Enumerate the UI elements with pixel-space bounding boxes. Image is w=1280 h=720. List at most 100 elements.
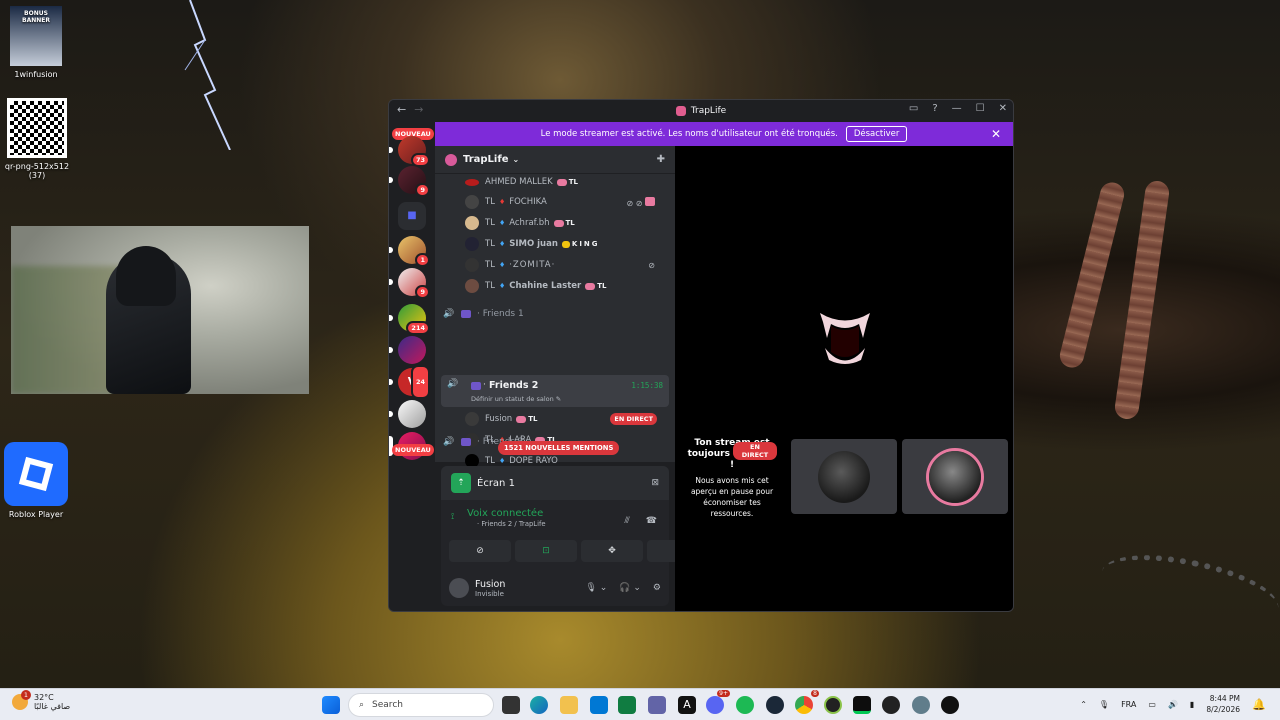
desktop-icon-qr[interactable]: qr-png-512x512 (37) [1,98,73,180]
unread-mentions-pill[interactable]: 1521 NOUVELLES MENTIONS [498,441,620,455]
steam-icon[interactable] [766,696,784,714]
settings-gear-icon[interactable]: ⚙ [653,583,661,593]
role-tag: TL [516,415,537,423]
voice-user[interactable]: TL ♦ FOCHIKA ⊘ ⊘ [465,192,665,212]
microphone-icon[interactable]: 🎙 ⌄ [585,583,607,593]
close-banner-icon[interactable]: ✕ [991,127,1001,141]
screen-share-icon: ⊡ [542,546,550,556]
weather-widget[interactable]: 1 32°C صافي غالبًا [12,690,71,711]
server-icon[interactable] [389,400,426,428]
avatar[interactable] [449,578,469,598]
battery-icon[interactable]: ▮ [1190,700,1194,709]
server-icon[interactable]: 9 [389,268,430,299]
app-icon[interactable] [941,696,959,714]
avatar [465,412,479,426]
app-icon[interactable] [853,696,871,714]
participant-tile[interactable] [791,439,897,514]
desktop-icon-roblox[interactable]: Roblox Player [0,442,72,519]
voice-user[interactable]: AHMED MALLEK TL [465,172,665,192]
window-title: TrapLife [690,106,727,116]
store-icon[interactable] [618,696,636,714]
voice-user[interactable]: TL ♦ SIMO juan KING [465,234,665,254]
search-box[interactable]: ⌕ Search [348,693,494,717]
voice-user-name: SIMO juan [509,239,558,249]
voice-connection-status[interactable]: ⟟ Voix connectée · Friends 2 / TrapLife [451,508,546,528]
voice-channel-friends-2[interactable]: 🔊 · Friends 2 Définir un statut de salon… [441,375,669,407]
language-indicator[interactable]: FRA [1121,700,1136,709]
app-icon[interactable] [882,696,900,714]
mention-badge: 1 [415,253,430,267]
network-icon[interactable]: ▭ [1148,700,1156,709]
voice-user[interactable]: TL ♦ Chahine Laster TL [465,276,665,296]
stop-stream-icon[interactable]: ⊠ [651,478,659,488]
notification-bell-icon[interactable]: 🔔 [1252,698,1266,711]
file-explorer-icon[interactable] [560,696,578,714]
server-header[interactable]: TrapLife ⌄ ✚ [435,146,675,174]
activities-button[interactable]: ✥ [581,540,643,562]
voice-user[interactable]: TL ♦ ·ZOMITA· ⊘ [465,255,665,275]
task-view-icon[interactable] [502,696,520,714]
disable-streamer-mode-button[interactable]: Désactiver [845,126,908,142]
desktop-icon-label: qr-png-512x512 (37) [4,162,70,180]
roblox-icon [4,442,68,506]
voice-user[interactable]: TL ♦ Achraf.bh TL [465,213,665,233]
clock[interactable]: 8:44 PM 8/2/2026 [1206,693,1240,715]
voice-channel-friends-1[interactable]: 🔊 · Friends 1 [443,304,669,324]
user-prefix: TL [485,239,495,249]
minimize-icon[interactable]: — [952,103,962,114]
server-icon[interactable]: 9 [389,166,430,197]
avatar [465,279,479,293]
forward-arrow-icon[interactable]: → [414,103,423,116]
channel-name: Friends 1 [482,309,524,319]
app-icon[interactable] [824,696,842,714]
outlook-icon[interactable] [590,696,608,714]
help-icon[interactable]: ? [932,103,937,114]
weather-sun-icon: 1 [12,690,31,710]
server-icon[interactable]: V24 [389,365,430,399]
folder-icon[interactable]: ■ [398,202,426,230]
volume-icon[interactable]: 🔊 [1168,700,1178,709]
server-logo [445,153,457,166]
user-status: Invisible [475,589,504,598]
lightning-decoration [184,0,231,150]
avatar [465,216,479,230]
invite-people-icon[interactable]: ✚ [657,154,665,165]
microphone-icon[interactable]: 🎙 [1099,700,1109,709]
close-icon[interactable]: ✕ [999,103,1007,114]
chrome-icon[interactable]: 8 [795,690,819,714]
inbox-icon[interactable]: ▭ [909,103,918,114]
server-icon[interactable]: 1 [389,236,430,267]
channel-status[interactable]: Définir un statut de salon ✎ [471,395,561,403]
chevron-up-icon[interactable]: ⌃ [1080,700,1087,709]
temperature: 32°C [34,693,54,702]
screen-share-button[interactable]: ⊡ [515,540,577,562]
camera-off-button[interactable]: ⊘ [449,540,511,562]
notification-badge: 9+ [717,690,730,697]
settings-icon[interactable] [912,696,930,714]
weather-text: صافي غالبًا [34,702,71,711]
teams-icon[interactable] [648,696,666,714]
edge-icon[interactable] [530,696,548,714]
voice-user[interactable]: Fusion TL EN DIRECT [465,409,665,429]
maximize-icon[interactable]: ☐ [976,103,985,114]
server-icon[interactable]: 214 [389,304,430,335]
windows-start-icon[interactable] [322,696,340,714]
desktop-icon-1winfusion[interactable]: BONUS BANNER 1winfusion [0,6,72,79]
server-icon[interactable] [389,336,426,364]
spotify-icon[interactable] [736,696,754,714]
disconnect-icon[interactable]: ☎ [646,516,657,526]
headphones-icon[interactable]: 🎧 ⌄ [619,583,641,593]
noise-suppression-icon[interactable]: ⫻ [624,516,629,526]
streamer-mode-banner: Le mode streamer est activé. Les noms d'… [435,122,1013,146]
screen-share-title: Écran 1 [477,477,515,489]
server-icon[interactable]: 73 [389,136,430,167]
mention-badge: 9 [415,183,430,197]
mention-badge: 24 [410,365,430,399]
participant-tile[interactable] [902,439,1008,514]
call-timer: 1:15:38 [631,381,663,390]
user-prefix: TL [485,281,495,291]
terminal-icon[interactable]: A [678,696,696,714]
discord-icon[interactable]: 9+ [706,690,730,714]
date: 8/2/2026 [1206,705,1240,714]
back-arrow-icon[interactable]: ← [397,103,406,116]
